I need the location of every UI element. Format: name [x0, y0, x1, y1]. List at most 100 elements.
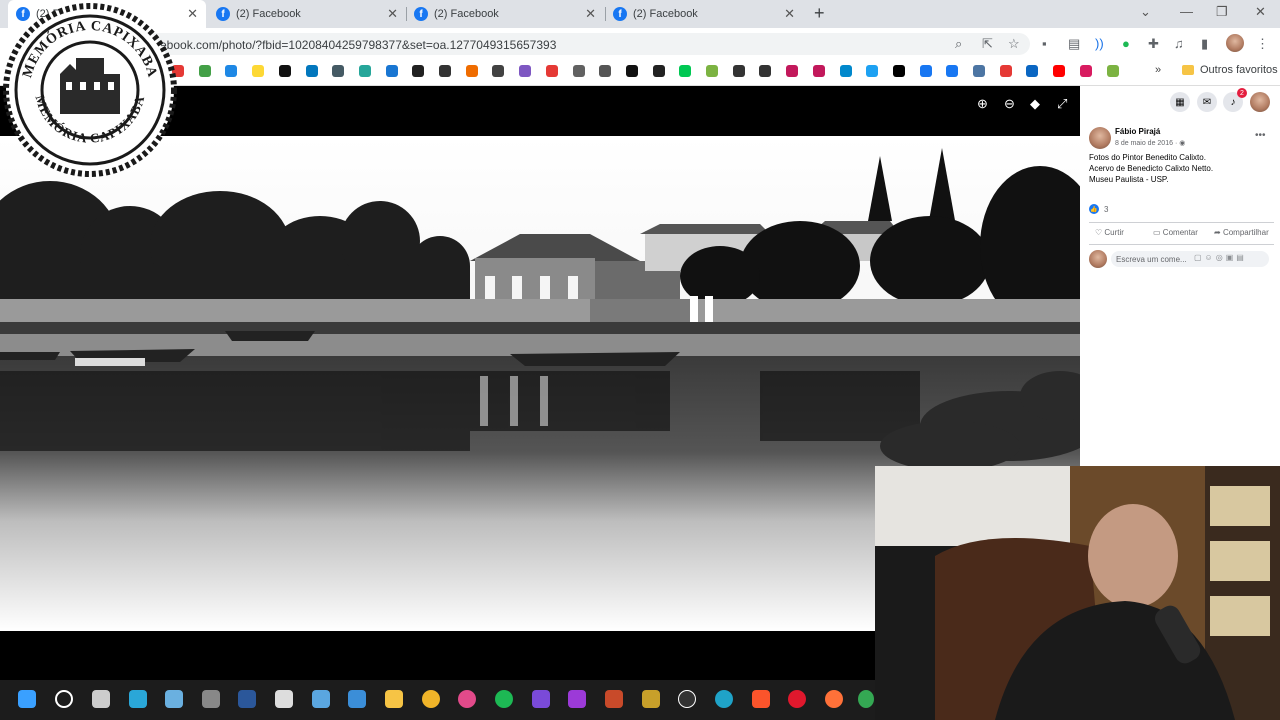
bookmark-star-icon[interactable]: ☆: [1008, 36, 1020, 52]
app-icon[interactable]: [422, 690, 440, 708]
puzzle-icon[interactable]: ✚: [1148, 36, 1159, 52]
tag-icon[interactable]: ◆: [1030, 96, 1040, 112]
windows-start-icon[interactable]: [18, 690, 36, 708]
bookmark-icon[interactable]: [732, 65, 745, 77]
spotify-icon[interactable]: [495, 690, 513, 708]
comment-button[interactable]: ▭ Comentar: [1153, 228, 1198, 237]
search-icon[interactable]: [55, 690, 73, 708]
bookmark-icon[interactable]: [332, 65, 345, 77]
itunes-icon[interactable]: [458, 690, 476, 708]
brave-icon[interactable]: [752, 690, 770, 708]
minimize-button[interactable]: —: [1180, 4, 1193, 19]
bookmark-icon[interactable]: [812, 65, 825, 77]
bookmark-icon[interactable]: [786, 65, 799, 77]
bookmark-icon[interactable]: [1079, 65, 1092, 77]
bookmark-icon[interactable]: [225, 65, 238, 77]
bookmark-icon[interactable]: [625, 65, 638, 77]
tab-facebook-2[interactable]: f (2) Facebook ✕: [210, 0, 406, 28]
zoom-icon[interactable]: ⌕: [955, 36, 962, 52]
app-icon[interactable]: [275, 690, 293, 708]
calculator-icon[interactable]: [165, 690, 183, 708]
bookmark-icon[interactable]: [759, 65, 772, 77]
close-icon[interactable]: ✕: [187, 6, 198, 22]
account-avatar[interactable]: [1250, 92, 1270, 112]
share-page-icon[interactable]: ⇱: [982, 36, 993, 52]
messenger-icon[interactable]: ✉: [1197, 92, 1217, 112]
bookmark-icon[interactable]: [412, 65, 425, 77]
app-icon[interactable]: [348, 690, 366, 708]
zoom-out-icon[interactable]: ⊖: [1004, 96, 1015, 112]
app-icon[interactable]: [532, 690, 550, 708]
media-icon[interactable]: ♫: [1174, 36, 1184, 51]
bookmark-icon[interactable]: [385, 65, 398, 77]
bookmark-icon[interactable]: [679, 65, 692, 77]
tab-facebook-4[interactable]: f (2) Facebook ✕: [607, 0, 803, 28]
bookmark-icon[interactable]: [1053, 65, 1066, 77]
fullscreen-icon[interactable]: ⤢: [1057, 96, 1067, 112]
bookmark-icon[interactable]: [919, 65, 932, 77]
file-explorer-icon[interactable]: [385, 690, 403, 708]
camera-icon[interactable]: [202, 690, 220, 708]
bookmark-icon[interactable]: [839, 65, 852, 77]
close-icon[interactable]: ✕: [585, 6, 596, 22]
app-icon[interactable]: [678, 690, 696, 708]
bookmark-icon[interactable]: [1106, 65, 1119, 77]
new-tab-button[interactable]: +: [814, 3, 825, 24]
bookmarks-overflow[interactable]: »: [1155, 64, 1161, 76]
notepad-icon[interactable]: [129, 690, 147, 708]
bookmark-icon[interactable]: [278, 65, 291, 77]
extension-icon[interactable]: ●: [1122, 36, 1130, 51]
app-icon[interactable]: [642, 690, 660, 708]
app-icon[interactable]: [605, 690, 623, 708]
bookmark-icon[interactable]: [652, 65, 665, 77]
bookmark-icon[interactable]: [599, 65, 612, 77]
bookmark-icon[interactable]: [358, 65, 371, 77]
app-icon[interactable]: [568, 690, 586, 708]
bookmark-icon[interactable]: [492, 65, 505, 77]
bookmark-icon[interactable]: [519, 65, 532, 77]
post-date[interactable]: 8 de maio de 2016 · ◉: [1115, 139, 1185, 147]
close-icon[interactable]: ✕: [387, 6, 398, 22]
profile-avatar[interactable]: [1226, 34, 1244, 52]
bookmark-icon[interactable]: [252, 65, 265, 77]
task-view-icon[interactable]: [92, 690, 110, 708]
grid-menu-icon[interactable]: ▦: [1170, 92, 1190, 112]
tab-search-icon[interactable]: ⌄: [1140, 4, 1151, 20]
edge-icon[interactable]: [715, 690, 733, 708]
bookmark-icon[interactable]: [892, 65, 905, 77]
author-avatar[interactable]: [1089, 127, 1111, 149]
side-panel-icon[interactable]: ▮: [1201, 36, 1208, 52]
bookmark-icon[interactable]: [973, 65, 985, 77]
zoom-in-icon[interactable]: ⊕: [977, 96, 988, 112]
bookmark-icon[interactable]: [999, 65, 1012, 77]
bookmark-icon[interactable]: [439, 65, 451, 77]
share-button[interactable]: ➦ Compartilhar: [1214, 228, 1269, 237]
bookmark-icon[interactable]: [1026, 65, 1039, 77]
extension-icon[interactable]: ▪: [1042, 36, 1047, 51]
bookmark-icon[interactable]: [198, 65, 211, 77]
url-text[interactable]: ebook.com/photo/?fbid=10208404259798377&…: [160, 38, 556, 52]
close-window-button[interactable]: ✕: [1255, 4, 1266, 20]
like-button[interactable]: ♡ Curtir: [1095, 228, 1124, 237]
maximize-button[interactable]: ❐: [1216, 4, 1228, 20]
tab-facebook-3[interactable]: f (2) Facebook ✕: [408, 0, 604, 28]
reaction-summary[interactable]: 👍 3: [1089, 204, 1108, 214]
more-options-icon[interactable]: •••: [1255, 130, 1266, 141]
menu-icon[interactable]: ⋮: [1256, 36, 1269, 52]
extension-icon[interactable]: ▤: [1068, 36, 1080, 52]
bookmark-folder-label[interactable]: Outros favoritos: [1200, 64, 1278, 76]
extension-icon[interactable]: )): [1095, 36, 1104, 51]
firefox-icon[interactable]: [825, 690, 843, 708]
photos-icon[interactable]: [312, 690, 330, 708]
bookmark-icon[interactable]: [305, 65, 318, 77]
bookmark-icon[interactable]: [706, 65, 718, 77]
bookmark-icon[interactable]: [946, 65, 959, 77]
bookmark-icon[interactable]: [572, 65, 585, 77]
comment-tools[interactable]: ▢☺◎▣▤: [1194, 253, 1247, 262]
post-author[interactable]: Fábio Pirajá: [1115, 127, 1160, 136]
chrome-icon[interactable]: [858, 690, 874, 708]
opera-icon[interactable]: [788, 690, 806, 708]
word-icon[interactable]: [238, 690, 256, 708]
bookmark-icon[interactable]: [545, 65, 558, 77]
bookmark-icon[interactable]: [866, 65, 879, 77]
